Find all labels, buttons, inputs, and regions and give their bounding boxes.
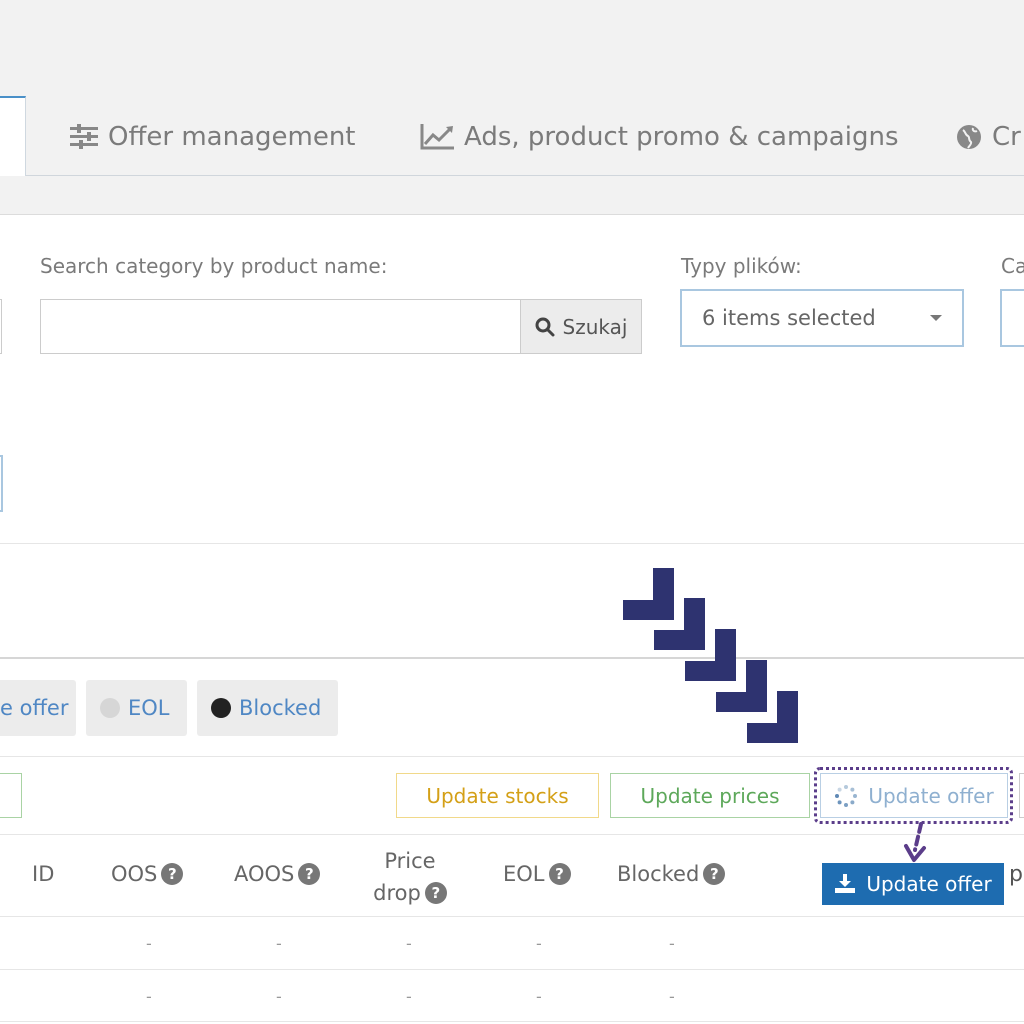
pointer-arrow-icon — [904, 822, 926, 862]
stepped-arrow-icon — [623, 568, 798, 743]
annotation-overlay — [623, 568, 926, 862]
